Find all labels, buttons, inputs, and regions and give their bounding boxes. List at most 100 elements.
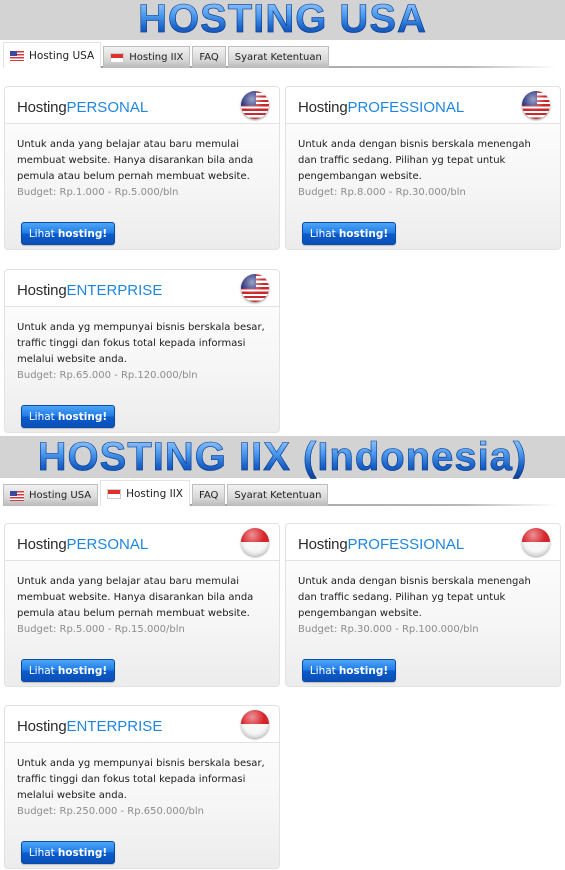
title-tier: PERSONAL bbox=[66, 536, 149, 553]
usa-flag-globe-icon bbox=[241, 274, 269, 302]
plan-card-professional: HostingPROFESSIONAL Untuk anda dengan bi… bbox=[285, 523, 561, 687]
card-header: HostingENTERPRISE bbox=[5, 270, 279, 307]
hosting-usa-section: HOSTING USA Hosting USA Hosting IIX FAQ … bbox=[0, 0, 565, 436]
title-lead: Hosting bbox=[298, 99, 348, 116]
button-lead: Lihat bbox=[309, 664, 336, 677]
button-strong: hosting! bbox=[57, 410, 108, 423]
card-title: HostingENTERPRISE bbox=[17, 282, 162, 299]
card-title: HostingPERSONAL bbox=[17, 99, 148, 116]
indonesia-flag-icon bbox=[107, 488, 122, 499]
card-header: HostingPERSONAL bbox=[5, 87, 279, 124]
tab-hosting-iix[interactable]: Hosting IIX bbox=[100, 480, 190, 506]
plan-card-personal: HostingPERSONAL Untuk anda yang belajar … bbox=[4, 523, 280, 687]
card-title: HostingENTERPRISE bbox=[17, 718, 162, 735]
indonesia-flag-globe-icon bbox=[241, 528, 269, 556]
tab-bar: Hosting USA Hosting IIX FAQ Syarat Keten… bbox=[0, 480, 565, 506]
title-tier: ENTERPRISE bbox=[66, 718, 163, 735]
card-body: Untuk anda yg mempunyai bisnis berskala … bbox=[5, 307, 279, 384]
card-title: HostingPROFESSIONAL bbox=[298, 99, 464, 116]
banner-title: HOSTING IIX (Indonesia) bbox=[37, 435, 528, 480]
card-title: HostingPROFESSIONAL bbox=[298, 536, 464, 553]
card-header: HostingPERSONAL bbox=[5, 524, 279, 561]
card-header: HostingPROFESSIONAL bbox=[286, 87, 560, 124]
plan-card-professional: HostingPROFESSIONAL Untuk anda dengan bi… bbox=[285, 86, 561, 250]
plan-description: Untuk anda dengan bisnis berskala meneng… bbox=[298, 139, 531, 182]
lihat-hosting-button[interactable]: Lihat hosting! bbox=[21, 841, 115, 864]
title-lead: Hosting bbox=[298, 536, 348, 553]
title-tier: PERSONAL bbox=[66, 99, 149, 116]
button-lead: Lihat bbox=[28, 664, 55, 677]
button-lead: Lihat bbox=[28, 410, 55, 423]
banner: HOSTING IIX (Indonesia) bbox=[0, 435, 565, 480]
indonesia-flag-icon bbox=[110, 52, 125, 63]
button-strong: hosting! bbox=[57, 664, 108, 677]
indonesia-flag-globe-icon bbox=[522, 528, 550, 556]
plan-description: Untuk anda yang belajar atau baru memula… bbox=[17, 576, 254, 619]
banner-title: HOSTING USA bbox=[138, 0, 427, 41]
tab-faq[interactable]: FAQ bbox=[192, 46, 226, 68]
title-tier: PROFESSIONAL bbox=[347, 536, 465, 553]
title-lead: Hosting bbox=[17, 282, 67, 299]
plan-budget: Budget: Rp.65.000 - Rp.120.000/bln bbox=[17, 370, 198, 381]
card-body: Untuk anda dengan bisnis berskala meneng… bbox=[286, 561, 560, 638]
card-body: Untuk anda yang belajar atau baru memula… bbox=[5, 561, 279, 638]
usa-flag-icon bbox=[10, 490, 24, 501]
tab-label: FAQ bbox=[198, 490, 219, 501]
usa-flag-icon bbox=[10, 50, 24, 61]
tab-hosting-usa[interactable]: Hosting USA bbox=[3, 42, 102, 68]
button-strong: hosting! bbox=[57, 846, 108, 859]
tab-label: Syarat Ketentuan bbox=[234, 52, 322, 63]
button-strong: hosting! bbox=[338, 664, 389, 677]
lihat-hosting-button[interactable]: Lihat hosting! bbox=[21, 659, 115, 682]
plan-budget: Budget: Rp.1.000 - Rp.5.000/bln bbox=[17, 187, 179, 198]
title-lead: Hosting bbox=[17, 99, 67, 116]
usa-flag-globe-icon bbox=[241, 91, 269, 119]
button-lead: Lihat bbox=[309, 227, 336, 240]
tab-syarat-ketentuan[interactable]: Syarat Ketentuan bbox=[227, 46, 329, 68]
usa-flag-globe-icon bbox=[522, 91, 550, 119]
title-tier: ENTERPRISE bbox=[66, 282, 163, 299]
tab-bar: Hosting USA Hosting IIX FAQ Syarat Keten… bbox=[0, 42, 565, 68]
lihat-hosting-button[interactable]: Lihat hosting! bbox=[21, 222, 115, 245]
tab-faq[interactable]: FAQ bbox=[191, 484, 226, 506]
indonesia-flag-globe-icon bbox=[241, 710, 269, 738]
lihat-hosting-button[interactable]: Lihat hosting! bbox=[302, 659, 396, 682]
plan-description: Untuk anda yg mempunyai bisnis berskala … bbox=[17, 758, 265, 801]
card-body: Untuk anda yang belajar atau baru memula… bbox=[5, 124, 279, 201]
plan-budget: Budget: Rp.30.000 - Rp.100.000/bln bbox=[298, 624, 479, 635]
tab-hosting-iix[interactable]: Hosting IIX bbox=[103, 46, 191, 68]
button-lead: Lihat bbox=[28, 227, 55, 240]
plan-card-personal: HostingPERSONAL Untuk anda yang belajar … bbox=[4, 86, 280, 250]
tab-label: Hosting IIX bbox=[126, 487, 183, 500]
title-tier: PROFESSIONAL bbox=[347, 99, 465, 116]
lihat-hosting-button[interactable]: Lihat hosting! bbox=[21, 405, 115, 428]
button-strong: hosting! bbox=[338, 227, 389, 240]
title-lead: Hosting bbox=[17, 718, 67, 735]
lihat-hosting-button[interactable]: Lihat hosting! bbox=[302, 222, 396, 245]
tab-label: Hosting USA bbox=[29, 490, 92, 501]
plan-description: Untuk anda yang belajar atau baru memula… bbox=[17, 139, 254, 182]
card-header: HostingENTERPRISE bbox=[5, 706, 279, 743]
plan-card-enterprise: HostingENTERPRISE Untuk anda yg mempunya… bbox=[4, 705, 280, 869]
tab-label: Syarat Ketentuan bbox=[234, 490, 322, 501]
tab-hosting-usa[interactable]: Hosting USA bbox=[3, 484, 99, 506]
plan-budget: Budget: Rp.8.000 - Rp.30.000/bln bbox=[298, 187, 466, 198]
tab-syarat-ketentuan[interactable]: Syarat Ketentuan bbox=[227, 484, 329, 506]
tab-label: Hosting USA bbox=[29, 49, 95, 62]
plan-budget: Budget: Rp.250.000 - Rp.650.000/bln bbox=[17, 806, 204, 817]
title-lead: Hosting bbox=[17, 536, 67, 553]
button-lead: Lihat bbox=[28, 846, 55, 859]
card-title: HostingPERSONAL bbox=[17, 536, 148, 553]
plan-description: Untuk anda yg mempunyai bisnis berskala … bbox=[17, 322, 265, 365]
plan-budget: Budget: Rp.5.000 - Rp.15.000/bln bbox=[17, 624, 185, 635]
hosting-iix-section: HOSTING IIX (Indonesia) Hosting USA Host… bbox=[0, 435, 565, 870]
card-header: HostingPROFESSIONAL bbox=[286, 524, 560, 561]
plan-card-enterprise: HostingENTERPRISE Untuk anda yg mempunya… bbox=[4, 269, 280, 433]
tab-label: Hosting IIX bbox=[129, 52, 184, 63]
banner: HOSTING USA bbox=[0, 0, 565, 41]
tab-label: FAQ bbox=[199, 52, 219, 63]
button-strong: hosting! bbox=[57, 227, 108, 240]
card-body: Untuk anda dengan bisnis berskala meneng… bbox=[286, 124, 560, 201]
card-body: Untuk anda yg mempunyai bisnis berskala … bbox=[5, 743, 279, 820]
plan-description: Untuk anda dengan bisnis berskala meneng… bbox=[298, 576, 531, 619]
